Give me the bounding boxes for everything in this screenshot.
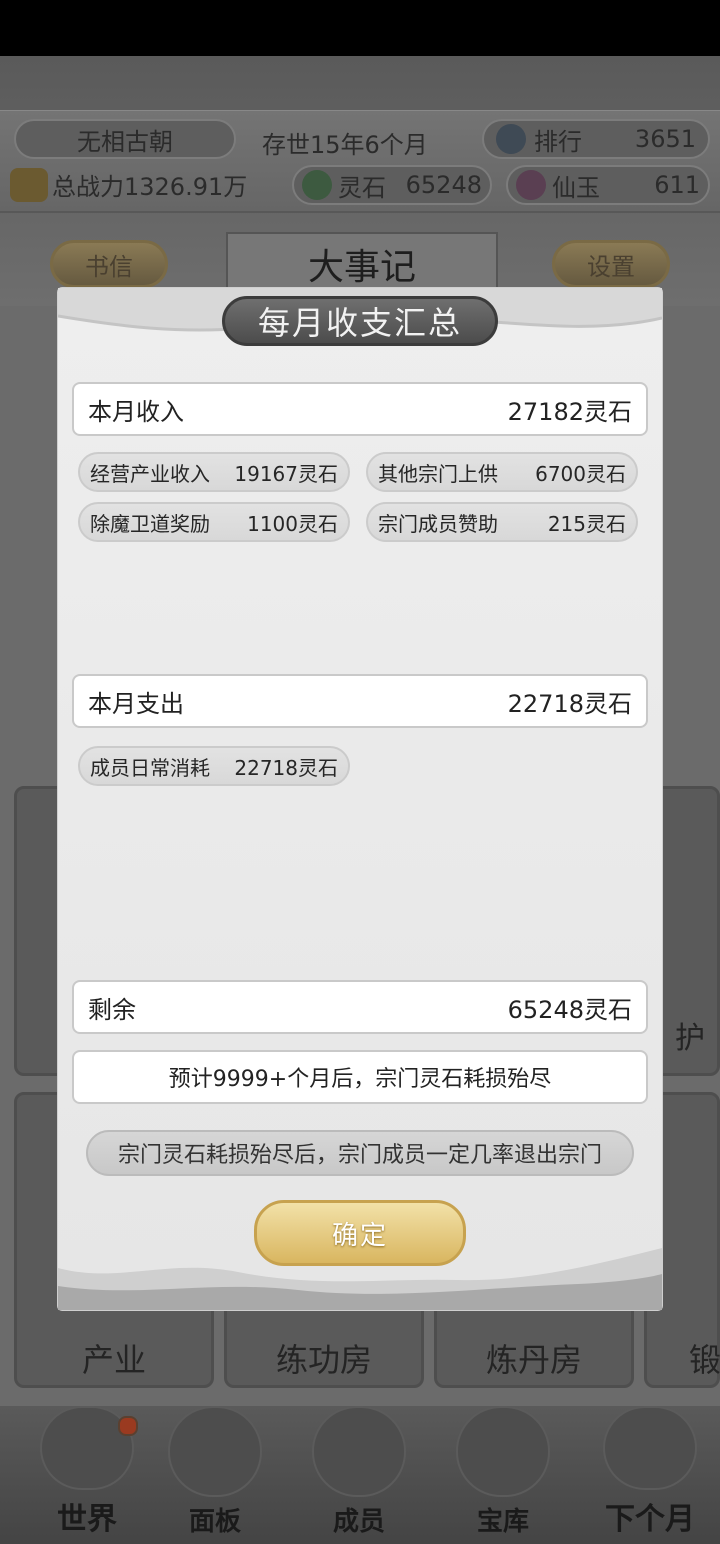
remaining-value: 65248灵石 bbox=[507, 995, 632, 1024]
income-item: 宗门成员赞助 215灵石 bbox=[366, 502, 638, 542]
confirm-button[interactable]: 确定 bbox=[254, 1200, 466, 1266]
rank-plate[interactable]: 排行 3651 bbox=[482, 119, 710, 159]
next-month-icon bbox=[603, 1406, 697, 1490]
jade-plate: 仙玉 611 bbox=[506, 165, 710, 205]
rank-value: 3651 bbox=[634, 125, 696, 153]
power-display: 总战力1326.91万 bbox=[10, 167, 247, 202]
bottom-navigation: 世界 面板 成员 宝库 下个月 bbox=[0, 1406, 720, 1544]
nav-treasury-label: 宝库 bbox=[476, 1507, 529, 1537]
income-item-label: 经营产业收入 bbox=[90, 461, 210, 486]
top-info-bar: 无相古朝 存世15年6个月 排行 3651 总战力1326.91万 灵石 652… bbox=[0, 110, 720, 213]
scroll-icon bbox=[168, 1406, 262, 1497]
building-label-forge: 锻 bbox=[689, 1341, 720, 1379]
expense-item-label: 成员日常消耗 bbox=[90, 755, 210, 780]
member-icon bbox=[312, 1406, 406, 1497]
treasury-icon bbox=[456, 1406, 550, 1497]
power-value: 总战力1326.91万 bbox=[52, 173, 248, 201]
nav-panel-label: 面板 bbox=[188, 1507, 241, 1537]
income-item-value: 19167灵石 bbox=[234, 461, 338, 486]
nav-next-month-label: 下个月 bbox=[605, 1502, 695, 1537]
building-label-industry: 产业 bbox=[81, 1341, 146, 1379]
nav-treasury[interactable]: 宝库 bbox=[448, 1406, 558, 1544]
remaining-label: 剩余 bbox=[88, 995, 136, 1024]
spirit-stone-label: 灵石 bbox=[338, 173, 386, 202]
existence-duration: 存世15年6个月 bbox=[262, 131, 428, 159]
jade-value: 611 bbox=[654, 171, 700, 199]
letter-button[interactable]: 书信 bbox=[50, 240, 168, 288]
monthly-summary-dialog: 每月收支汇总 本月收入 27182灵石 经营产业收入 19167灵石 其他宗门上… bbox=[58, 288, 662, 1310]
income-item: 经营产业收入 19167灵石 bbox=[78, 452, 350, 492]
depletion-warning: 宗门灵石耗损殆尽后，宗门成员一定几率退出宗门 bbox=[86, 1130, 634, 1176]
spirit-stone-plate: 灵石 65248 bbox=[292, 165, 492, 205]
income-item-label: 宗门成员赞助 bbox=[378, 511, 498, 536]
income-total-box: 本月收入 27182灵石 bbox=[72, 382, 648, 436]
expense-total-box: 本月支出 22718灵石 bbox=[72, 674, 648, 728]
income-item-value: 215灵石 bbox=[547, 511, 626, 536]
building-label-training: 练功房 bbox=[275, 1341, 372, 1379]
income-value: 27182灵石 bbox=[507, 397, 632, 426]
building-label-alchemy: 炼丹房 bbox=[485, 1341, 582, 1379]
settings-button[interactable]: 设置 bbox=[552, 240, 670, 288]
jade-icon bbox=[516, 170, 546, 200]
income-item-label: 其他宗门上供 bbox=[378, 461, 498, 486]
income-item-label: 除魔卫道奖励 bbox=[90, 511, 210, 536]
jade-label: 仙玉 bbox=[552, 173, 600, 202]
income-item-value: 6700灵石 bbox=[535, 461, 626, 486]
rank-icon bbox=[496, 124, 526, 154]
income-item-value: 1100灵石 bbox=[247, 511, 338, 536]
power-icon bbox=[10, 167, 48, 202]
nav-members-label: 成员 bbox=[332, 1507, 385, 1537]
chronicle-title: 大事记 bbox=[226, 232, 498, 296]
status-bar bbox=[0, 0, 720, 56]
nav-panel[interactable]: 面板 bbox=[160, 1406, 270, 1544]
spirit-stone-icon bbox=[302, 170, 332, 200]
right-card-label: 护 bbox=[675, 1021, 705, 1056]
nav-next-month[interactable]: 下个月 bbox=[590, 1406, 710, 1544]
expense-label: 本月支出 bbox=[88, 689, 184, 718]
depletion-forecast: 预计9999+个月后，宗门灵石耗损殆尽 bbox=[72, 1050, 648, 1104]
nav-world-label: 世界 bbox=[57, 1502, 117, 1537]
nav-members[interactable]: 成员 bbox=[304, 1406, 414, 1544]
income-item: 除魔卫道奖励 1100灵石 bbox=[78, 502, 350, 542]
sect-name-plate: 无相古朝 bbox=[14, 119, 236, 159]
sect-name: 无相古朝 bbox=[77, 127, 173, 156]
remaining-box: 剩余 65248灵石 bbox=[72, 980, 648, 1034]
expense-item-value: 22718灵石 bbox=[234, 755, 338, 780]
notification-dot bbox=[118, 1416, 138, 1436]
income-label: 本月收入 bbox=[88, 397, 184, 426]
expense-value: 22718灵石 bbox=[507, 689, 632, 718]
expense-item: 成员日常消耗 22718灵石 bbox=[78, 746, 350, 786]
dialog-title: 每月收支汇总 bbox=[222, 296, 498, 346]
income-item: 其他宗门上供 6700灵石 bbox=[366, 452, 638, 492]
spirit-stone-value: 65248 bbox=[405, 171, 482, 199]
rank-label: 排行 bbox=[534, 127, 582, 156]
